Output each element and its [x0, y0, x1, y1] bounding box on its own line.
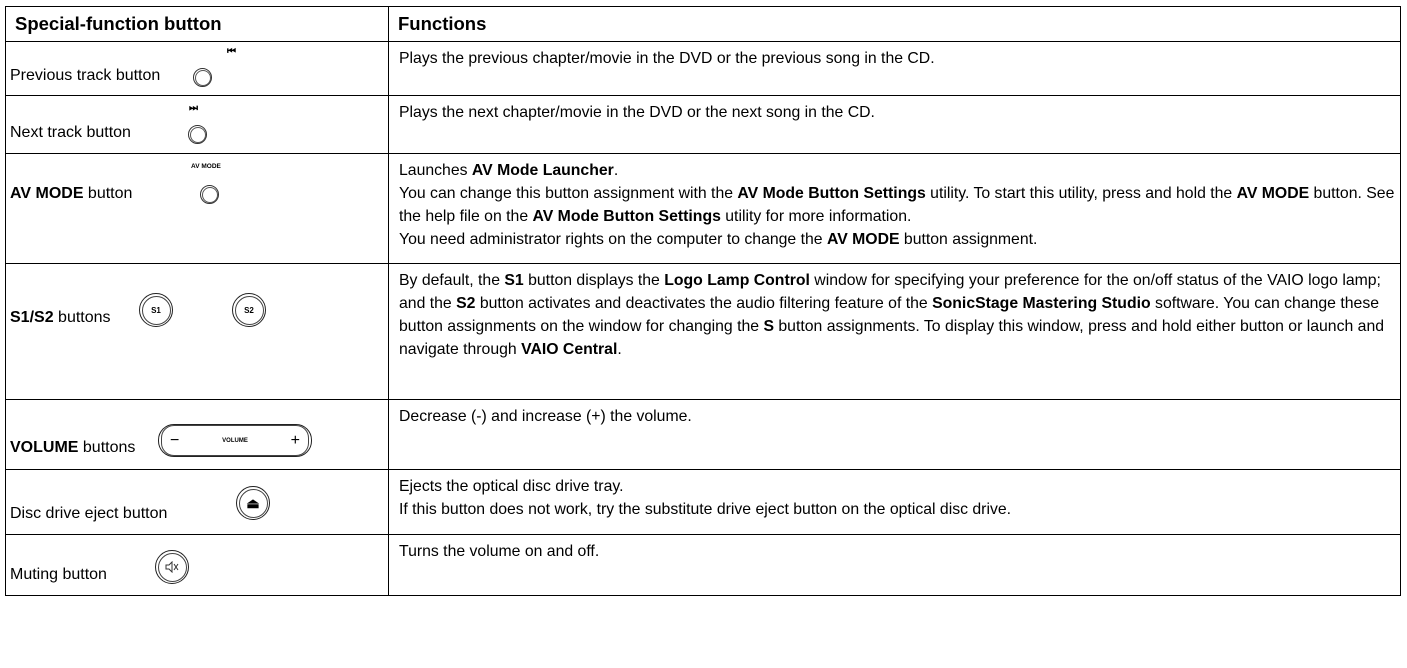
s1-s2-text: button displays the: [523, 272, 665, 289]
av-mode-label: AV MODE button: [10, 185, 132, 203]
av-mode-line-2: You can change this button assignment wi…: [399, 182, 1400, 228]
previous-track-marking: ⏮: [227, 46, 236, 57]
function-cell-av-mode: Launches AV Mode Launcher. You can chang…: [388, 153, 1401, 264]
table-row-mute: Muting button Turns the volume on and of…: [5, 534, 1401, 596]
s1-s2-label-rest: buttons: [53, 309, 111, 326]
button-cell-previous-track: ⏮ Previous track button: [5, 41, 389, 96]
function-cell-volume: Decrease (-) and increase (+) the volume…: [388, 399, 1401, 470]
mute-icon: [157, 552, 187, 582]
eject-button-icon: ⏏: [236, 486, 270, 520]
table-row-volume: VOLUME buttons − VOLUME + Decrease (-) a…: [5, 399, 1401, 470]
table-header-row: Special-function button Functions: [5, 6, 1401, 42]
function-cell-next-track: Plays the next chapter/movie in the DVD …: [388, 95, 1401, 154]
av-mode-settings-bold: AV Mode Button Settings: [737, 185, 926, 202]
av-mode-line-1: Launches AV Mode Launcher.: [399, 159, 1400, 182]
s2-button-icon: S2: [232, 293, 266, 327]
button-cell-av-mode: AV MODE AV MODE button: [5, 153, 389, 264]
table-row-eject: Disc drive eject button ⏏ Ejects the opt…: [5, 469, 1401, 535]
s1-s2-bold: S: [763, 318, 774, 335]
next-track-button-icon: [188, 125, 207, 144]
s1-s2-text: .: [617, 341, 622, 358]
eject-icon: ⏏: [238, 488, 268, 518]
volume-label: VOLUME buttons: [10, 439, 135, 457]
function-cell-mute: Turns the volume on and off.: [388, 534, 1401, 596]
av-mode-line-3: You need administrator rights on the com…: [399, 228, 1400, 251]
s1-s2-bold: S1: [504, 272, 524, 289]
eject-line-2: If this button does not work, try the su…: [399, 501, 1012, 518]
s1-s2-bold: VAIO Central: [521, 341, 618, 358]
button-cell-s1-s2: S1/S2 buttons S1 S2: [5, 263, 389, 400]
button-cell-next-track: ⏭ Next track button: [5, 95, 389, 154]
av-mode-text: .: [613, 162, 619, 179]
function-cell-eject: Ejects the optical disc drive tray. If t…: [388, 469, 1401, 535]
s1-s2-description: By default, the S1 button displays the L…: [399, 269, 1400, 361]
av-mode-label-bold: AV MODE: [10, 185, 84, 202]
volume-label-bold: VOLUME: [10, 439, 79, 456]
av-mode-text: button assignment.: [899, 231, 1038, 248]
s2-button-text: S2: [234, 295, 264, 325]
function-cell-previous-track: Plays the previous chapter/movie in the …: [388, 41, 1401, 96]
av-mode-bold: AV MODE: [1236, 185, 1310, 202]
button-cell-mute: Muting button: [5, 534, 389, 596]
volume-rocker-icon: − VOLUME +: [158, 424, 312, 457]
s1-s2-bold: S2: [456, 295, 476, 312]
eject-label: Disc drive eject button: [10, 505, 168, 522]
next-track-description: Plays the next chapter/movie in the DVD …: [399, 104, 875, 121]
header-functions: Functions: [388, 6, 1401, 42]
special-function-table: Special-function button Functions ⏮ Prev…: [5, 6, 1401, 596]
table-row-av-mode: AV MODE AV MODE button Launches AV Mode …: [5, 153, 1401, 264]
s1-s2-label: S1/S2 buttons: [10, 309, 111, 327]
s1-s2-text: button activates and deactivates the aud…: [475, 295, 933, 312]
eject-line-1: Ejects the optical disc drive tray.: [399, 478, 624, 495]
av-mode-label-rest: button: [83, 185, 133, 202]
av-mode-settings-bold: AV Mode Button Settings: [532, 208, 721, 225]
av-mode-text: Launches: [399, 162, 472, 179]
table-row-next-track: ⏭ Next track button Plays the next chapt…: [5, 95, 1401, 154]
header-special-function-button: Special-function button: [5, 6, 389, 42]
mute-speaker-icon: [165, 561, 179, 573]
av-mode-button-icon: [200, 185, 219, 204]
av-mode-text: You need administrator rights on the com…: [399, 231, 827, 248]
s1-button-text: S1: [141, 295, 171, 325]
av-mode-bold: AV MODE: [826, 231, 900, 248]
next-track-marking: ⏭: [189, 103, 198, 114]
previous-track-label: Previous track button: [10, 67, 161, 84]
av-mode-marking: AV MODE: [191, 163, 221, 170]
mute-label: Muting button: [10, 566, 107, 583]
volume-minus-icon: −: [170, 431, 180, 449]
mute-button-icon: [155, 550, 189, 584]
volume-marking: VOLUME: [222, 437, 248, 444]
previous-track-description: Plays the previous chapter/movie in the …: [399, 50, 935, 67]
s1-s2-bold: SonicStage Mastering Studio: [932, 295, 1151, 312]
table-row-previous-track: ⏮ Previous track button Plays the previo…: [5, 41, 1401, 96]
av-mode-text: You can change this button assignment wi…: [399, 185, 738, 202]
volume-plus-icon: +: [290, 431, 300, 449]
button-cell-volume: VOLUME buttons − VOLUME +: [5, 399, 389, 470]
av-mode-launcher-bold: AV Mode Launcher: [471, 162, 614, 179]
table-row-s1-s2: S1/S2 buttons S1 S2 By default, the S1 b…: [5, 263, 1401, 400]
mute-description: Turns the volume on and off.: [399, 543, 600, 560]
av-mode-text: utility. To start this utility, press an…: [925, 185, 1237, 202]
s1-s2-label-bold: S1/S2: [10, 309, 54, 326]
volume-description: Decrease (-) and increase (+) the volume…: [399, 408, 692, 425]
function-cell-s1-s2: By default, the S1 button displays the L…: [388, 263, 1401, 400]
next-track-label: Next track button: [10, 124, 131, 141]
s1-s2-text: By default, the: [399, 272, 505, 289]
previous-track-button-icon: [193, 68, 212, 87]
s1-button-icon: S1: [139, 293, 173, 327]
button-cell-eject: Disc drive eject button ⏏: [5, 469, 389, 535]
s1-s2-bold: Logo Lamp Control: [664, 272, 810, 289]
volume-rocker-inner: − VOLUME +: [161, 425, 309, 456]
volume-label-rest: buttons: [78, 439, 136, 456]
av-mode-text: utility for more information.: [720, 208, 912, 225]
